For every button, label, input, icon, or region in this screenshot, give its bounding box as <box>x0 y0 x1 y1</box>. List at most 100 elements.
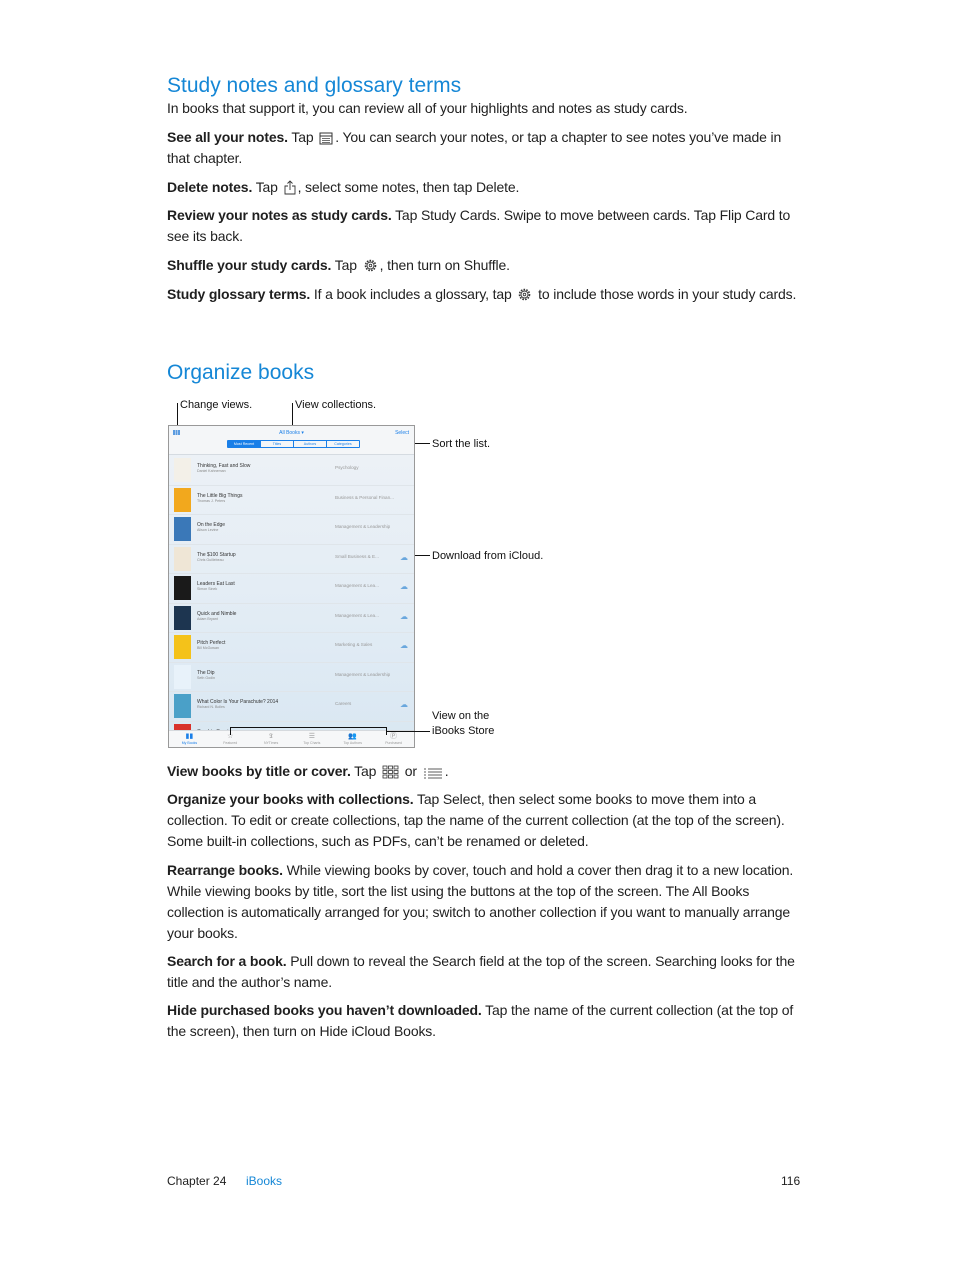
book-category: Psychology <box>335 465 359 470</box>
callout-sort-list: Sort the list. <box>432 438 491 450</box>
tab-label: NYTimes <box>263 741 279 745</box>
tab-label: My Books <box>181 741 198 745</box>
text: Tap <box>287 129 318 145</box>
callout-download: Download from iCloud. <box>432 550 544 562</box>
book-row[interactable]: Thinking, Fast and Slow Daniel Kahneman Ps… <box>169 455 414 486</box>
callout-store-1: View on the <box>432 710 490 722</box>
book-row[interactable]: Leaders Eat Last Simon Sinek Management & … <box>169 573 414 604</box>
book-cover <box>174 546 191 571</box>
sort-segmented-control: Most Recent Titles Authors Categories <box>227 440 360 448</box>
book-cover <box>174 487 191 512</box>
text: , then turn on Shuffle. <box>379 257 510 273</box>
book-cover <box>174 605 191 630</box>
footer-chapter: Chapter 24 <box>167 1174 227 1188</box>
tab-bar: ▮▮ My Books ☆ Featured 𝕿 NYTimes ☰ Top Charts 👥 T… <box>169 730 414 747</box>
sort-most-recent[interactable]: Most Recent <box>228 441 260 447</box>
book-row[interactable]: Quick and Nimble Adam Bryant Management & … <box>169 603 414 633</box>
select-button[interactable]: Select <box>395 430 409 436</box>
paragraph-see-notes: See all your notes. Tap . You can search… <box>167 127 799 169</box>
book-author: Richard N. Bolles <box>197 705 225 709</box>
text: to include those words in your study car… <box>534 286 797 302</box>
book-icon: ▮▮ <box>185 733 194 740</box>
lead: View books by title or cover. <box>167 763 351 779</box>
sort-categories[interactable]: Categories <box>326 441 359 447</box>
icloud-download-icon[interactable]: ☁ <box>400 553 408 562</box>
paragraph-rearrange: Rearrange books. While viewing books by … <box>167 860 799 944</box>
section-heading-study-notes: Study notes and glossary terms <box>167 74 462 97</box>
purchased-icon: Ⓟ <box>390 733 398 740</box>
callout-view-collections: View collections. <box>295 399 377 411</box>
paragraph-view-books: View books by title or cover. Tap or . <box>167 761 799 782</box>
text: Tap <box>350 763 381 779</box>
book-cover <box>174 664 191 689</box>
tab-nytimes[interactable]: 𝕿 NYTimes <box>251 731 292 747</box>
book-category: Management & Lea... <box>335 583 379 588</box>
paragraph-search: Search for a book. Pull down to reveal t… <box>167 951 799 993</box>
lead: Delete notes. <box>167 179 253 195</box>
paragraph-hide-purchased: Hide purchased books you haven’t downloa… <box>167 1000 799 1042</box>
book-cover <box>174 517 191 541</box>
book-cover <box>174 694 191 718</box>
section-heading-organize-books: Organize books <box>167 361 315 384</box>
footer-chapter-link[interactable]: iBooks <box>246 1174 282 1188</box>
callout-change-views: Change views. <box>180 399 253 411</box>
book-row[interactable]: The Dip Seth Godin Management & Leadership <box>169 662 414 692</box>
book-author: Adam Bryant <box>197 616 218 621</box>
lead: See all your notes. <box>167 129 288 145</box>
book-author: Alison Levine <box>197 528 219 532</box>
book-row[interactable]: The Little Big Things Thomas J. Peters Bus… <box>169 485 414 515</box>
lead: Rearrange books. <box>167 862 283 878</box>
book-row[interactable]: On the Edge Alison Levine Management & Lea… <box>169 514 414 545</box>
notes-list-icon <box>319 132 333 145</box>
tab-top-authors[interactable]: 👥 Top Authors <box>332 731 373 747</box>
share-icon <box>284 180 296 195</box>
lead: Search for a book. <box>167 953 287 969</box>
sort-authors[interactable]: Authors <box>293 441 326 447</box>
book-category: Management & Leadership <box>335 524 391 529</box>
book-row[interactable]: Pitch Perfect Bill McGowan Marketing & Sal… <box>169 632 414 663</box>
lead: Organize your books with collections. <box>167 791 414 807</box>
tab-top-charts[interactable]: ☰ Top Charts <box>291 731 332 747</box>
text: Tap <box>331 257 361 273</box>
grid-view-icon <box>382 765 399 779</box>
page-number: 116 <box>781 1174 801 1188</box>
book-author: Seth Godin <box>197 675 215 680</box>
text: or <box>401 763 421 779</box>
tab-label: Featured <box>223 741 238 745</box>
tab-label: Top Charts <box>303 741 321 745</box>
lead: Study glossary terms. <box>167 286 311 302</box>
lead: Hide purchased books you haven’t downloa… <box>167 1002 482 1018</box>
text: If a book includes a glossary, tap <box>310 286 516 302</box>
book-category: Management & Lea... <box>335 612 379 618</box>
book-cover <box>174 576 191 600</box>
collection-button[interactable]: All Books ▾ <box>169 430 414 436</box>
book-author: Bill McGowan <box>197 646 219 650</box>
book-author: Thomas J. Peters <box>197 498 226 503</box>
book-row[interactable]: What Color Is Your Parachute? 2014 Richar… <box>169 691 414 722</box>
book-category: Management & Leadership <box>335 671 391 677</box>
book-author: Daniel Kahneman <box>197 469 226 473</box>
book-row[interactable]: The $100 Startup Chris Guillebeau Small Bu… <box>169 544 414 574</box>
tab-my-books[interactable]: ▮▮ My Books <box>169 731 210 747</box>
intro-paragraph: In books that support it, you can review… <box>167 100 688 116</box>
gear-icon <box>519 288 531 301</box>
book-cover <box>174 635 191 659</box>
nav-bar: All Books ▾ Select Most Recent Titles Au… <box>169 426 414 455</box>
book-category: Careers <box>335 701 352 706</box>
icloud-download-icon[interactable]: ☁ <box>400 641 408 650</box>
paragraph-delete-notes: Delete notes. Tap , select some notes, t… <box>167 177 799 198</box>
book-category: Marketing & Sales <box>335 642 373 647</box>
tab-purchased[interactable]: Ⓟ Purchased <box>373 731 414 747</box>
book-cover <box>174 458 191 482</box>
book-author: Simon Sinek <box>197 587 218 591</box>
people-icon: 👥 <box>348 733 358 740</box>
paragraph-glossary: Study glossary terms. If a book includes… <box>167 284 799 305</box>
book-category: Business & Personal Finan... <box>335 494 394 500</box>
icloud-download-icon[interactable]: ☁ <box>400 612 408 621</box>
icloud-download-icon[interactable]: ☁ <box>400 700 408 709</box>
text: Tap <box>252 179 282 195</box>
lead: Shuffle your study cards. <box>167 257 332 273</box>
icloud-download-icon[interactable]: ☁ <box>400 582 408 591</box>
ipad-screenshot: All Books ▾ Select Most Recent Titles Au… <box>168 425 415 748</box>
sort-titles[interactable]: Titles <box>260 441 293 447</box>
